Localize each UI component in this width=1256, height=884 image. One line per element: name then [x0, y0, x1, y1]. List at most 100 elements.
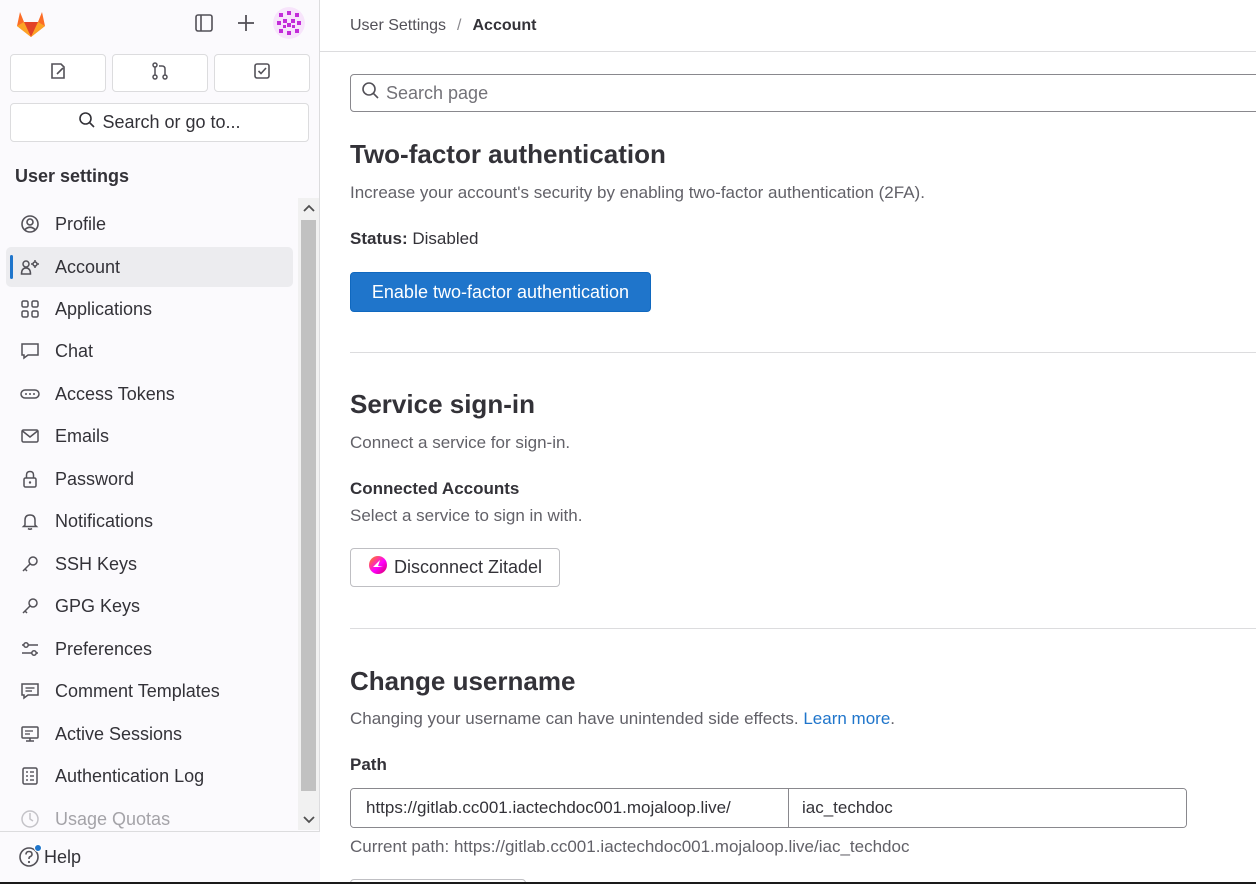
zitadel-icon	[368, 555, 388, 580]
sidebar-item-label: Profile	[55, 213, 107, 234]
path-prefix: https://gitlab.cc001.iactechdoc001.mojal…	[351, 789, 789, 827]
issues-button[interactable]	[10, 54, 106, 92]
sidebar-heading: User settings	[15, 166, 130, 186]
key-icon	[19, 553, 41, 575]
service-signin-title: Service sign-in	[350, 389, 535, 419]
status-label: Status:	[350, 229, 408, 248]
sidebar-item-label: Authentication Log	[55, 765, 205, 786]
preferences-icon	[19, 638, 41, 660]
learn-more-suffix: .	[890, 709, 896, 728]
quota-icon	[19, 808, 41, 830]
search-page-field[interactable]	[350, 74, 1256, 112]
sidebar-item-usage-quotas[interactable]: Usage Quotas	[6, 799, 293, 830]
connected-accounts-heading: Connected Accounts	[350, 479, 520, 498]
sidebar-item-label: Comment Templates	[55, 680, 220, 701]
log-icon	[19, 765, 41, 787]
mail-icon	[19, 425, 41, 447]
sidebar-item-ssh-keys[interactable]: SSH Keys	[6, 544, 293, 584]
sidebar-item-authentication-log[interactable]: Authentication Log	[6, 756, 293, 796]
search-or-go-button[interactable]: Search or go to...	[10, 103, 309, 142]
sidebar-item-label: Usage Quotas	[55, 808, 171, 829]
sidebar-item-label: Preferences	[55, 638, 153, 659]
sidebar-item-account[interactable]: Account	[6, 247, 293, 287]
sidebar-item-applications[interactable]: Applications	[6, 289, 293, 329]
connected-accounts-description: Select a service to sign in with.	[350, 506, 583, 525]
notification-dot	[34, 844, 42, 852]
path-input-group: https://gitlab.cc001.iactechdoc001.mojal…	[350, 788, 1187, 828]
breadcrumb-user-settings[interactable]: User Settings	[350, 17, 446, 35]
todo-button[interactable]	[214, 54, 310, 92]
sidebar-item-label: Password	[55, 468, 135, 489]
sidebar-item-profile[interactable]: Profile	[6, 204, 293, 244]
enable-2fa-button[interactable]: Enable two-factor authentication	[350, 272, 651, 312]
sidebar-item-label: Notifications	[55, 510, 154, 531]
sidebar-item-label: Active Sessions	[55, 723, 183, 744]
sidebar: Search or go to... User settings Profile…	[0, 0, 320, 884]
sidebar-item-label: Chat	[55, 340, 94, 361]
monitor-icon	[19, 723, 41, 745]
help-button[interactable]: Help	[18, 844, 82, 868]
chat-icon	[19, 340, 41, 362]
help-area: Help	[0, 831, 320, 884]
sidebar-item-chat[interactable]: Chat	[6, 331, 293, 371]
profile-icon	[19, 213, 41, 235]
help-icon	[18, 844, 42, 868]
sidebar-item-access-tokens[interactable]: Access Tokens	[6, 374, 293, 414]
account-icon	[19, 256, 41, 278]
current-path: Current path: https://gitlab.cc001.iacte…	[350, 837, 910, 856]
help-label: Help	[44, 846, 82, 867]
sidebar-item-password[interactable]: Password	[6, 459, 293, 499]
comment-icon	[19, 680, 41, 702]
search-icon	[78, 111, 96, 134]
sidebar-item-label: SSH Keys	[55, 553, 138, 574]
search-or-go-label: Search or go to...	[102, 112, 241, 132]
sidebar-item-active-sessions[interactable]: Active Sessions	[6, 714, 293, 754]
change-username-title: Change username	[350, 666, 576, 696]
sidebar-scrollbar[interactable]	[298, 198, 319, 830]
plus-icon[interactable]	[231, 8, 261, 38]
learn-more-link[interactable]: Learn more	[803, 709, 890, 728]
disconnect-zitadel-button[interactable]: Disconnect Zitadel	[350, 548, 560, 587]
scroll-thumb[interactable]	[301, 220, 316, 791]
section-divider	[350, 628, 1256, 629]
sidebar-item-preferences[interactable]: Preferences	[6, 629, 293, 669]
sidebar-item-emails[interactable]: Emails	[6, 416, 293, 456]
merge-requests-button[interactable]	[112, 54, 208, 92]
scroll-up-icon[interactable]	[298, 198, 319, 218]
breadcrumb-separator: /	[457, 16, 462, 34]
key-icon	[19, 595, 41, 617]
two-factor-status: Status: Disabled	[350, 229, 479, 249]
sidebar-item-notifications[interactable]: Notifications	[6, 501, 293, 541]
todo-icon	[252, 61, 272, 86]
sidebar-item-gpg-keys[interactable]: GPG Keys	[6, 586, 293, 626]
breadcrumb-current: Account	[472, 16, 537, 34]
issues-icon	[48, 61, 68, 86]
search-page-input[interactable]	[386, 82, 1186, 104]
disconnect-zitadel-label: Disconnect Zitadel	[393, 557, 543, 577]
breadcrumb: User Settings / Account	[320, 0, 1256, 52]
main-content: User Settings / Account Two-factor authe…	[320, 0, 1256, 884]
sidebar-item-comment-templates[interactable]: Comment Templates	[6, 671, 293, 711]
two-factor-description: Increase your account's security by enab…	[350, 183, 925, 202]
username-input[interactable]	[789, 789, 1186, 827]
settings-nav: Profile Account Applications Chat Access…	[0, 198, 298, 830]
bell-icon	[19, 510, 41, 532]
sidebar-item-label: Emails	[55, 425, 110, 446]
token-icon	[19, 383, 41, 405]
section-divider	[350, 352, 1256, 353]
sidebar-toggle-icon[interactable]	[189, 8, 219, 38]
applications-icon	[19, 298, 41, 320]
search-icon	[361, 81, 380, 105]
two-factor-title: Two-factor authentication	[350, 139, 666, 169]
sidebar-item-label: Applications	[55, 298, 153, 319]
sidebar-item-label: Account	[55, 256, 121, 277]
avatar[interactable]	[273, 7, 305, 39]
change-username-warning: Changing your username can have unintend…	[350, 709, 799, 728]
sidebar-item-label: GPG Keys	[55, 595, 141, 616]
gitlab-logo-icon[interactable]	[14, 6, 48, 40]
merge-request-icon	[150, 61, 170, 86]
path-label: Path	[350, 755, 387, 774]
lock-icon	[19, 468, 41, 490]
scroll-down-icon[interactable]	[298, 810, 319, 830]
status-value: Disabled	[412, 229, 479, 248]
